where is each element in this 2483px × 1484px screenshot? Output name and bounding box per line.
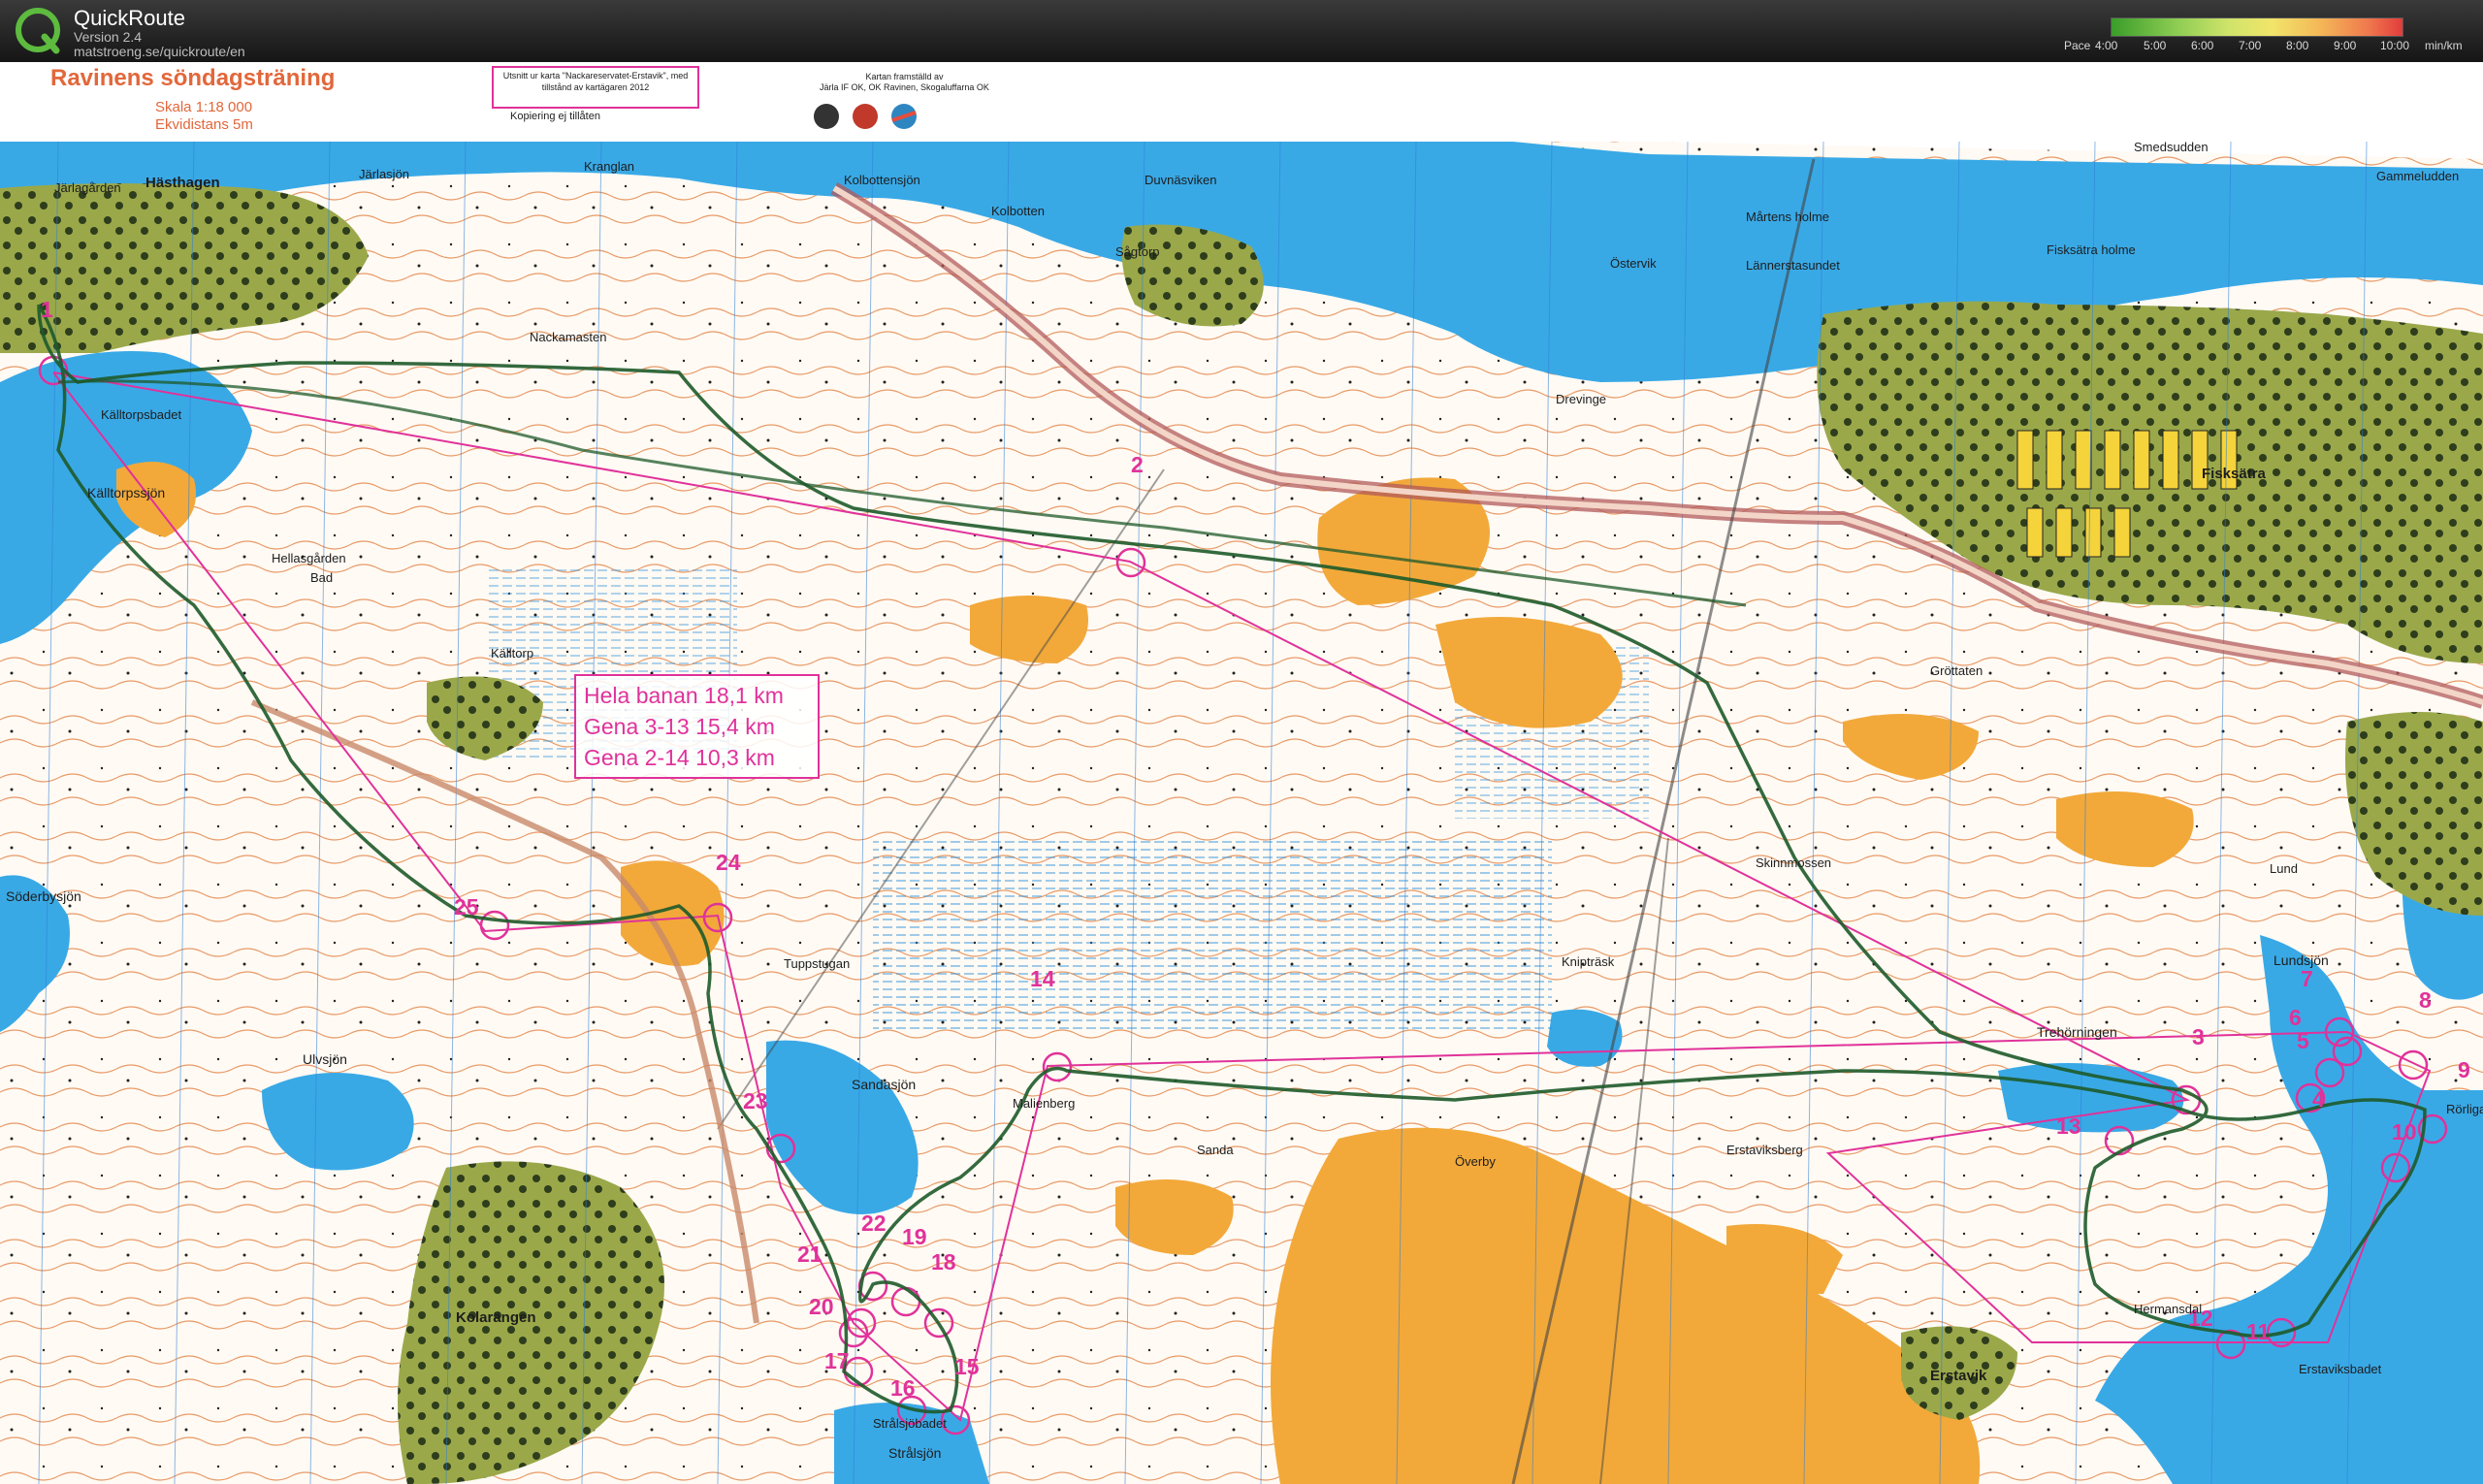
place-name: Gammeludden [2376, 169, 2460, 183]
place-name: Kolbotten [991, 204, 1045, 218]
copy-note: Kopiering ej tillåten [510, 111, 600, 122]
place-name: Drevinge [1556, 392, 1607, 406]
app-name: QuickRoute [74, 6, 185, 30]
distance-short-2-14: Gena 2-14 10,3 km [584, 745, 775, 770]
place-name: Källtorpssjön [87, 485, 166, 500]
place-name: Hellasgården [272, 551, 346, 565]
control-number: 20 [809, 1294, 834, 1319]
place-name: Strålsjön [888, 1445, 942, 1461]
place-name: Bad [310, 570, 334, 585]
place-name: Överby [1455, 1154, 1496, 1169]
control-number: 5 [2297, 1028, 2309, 1053]
place-name: Östervik [1610, 256, 1657, 271]
control-number: 10 [2392, 1119, 2417, 1145]
pace-unit: min/km [2425, 39, 2463, 52]
pace-tick: 10:00 [2380, 39, 2410, 52]
place-name: Skinnmossen [1756, 855, 1832, 870]
pace-tick: 5:00 [2144, 39, 2167, 52]
place-name: Duvnäsviken [1145, 173, 1217, 187]
map-graphics [0, 62, 2483, 1484]
place-name: Malienberg [1013, 1096, 1076, 1111]
app-titlebar: QuickRoute Version 2.4 matstroeng.se/qui… [0, 0, 2483, 62]
control-number: 24 [716, 850, 741, 875]
map-title: Ravinens söndagsträning [50, 65, 336, 91]
control-number: 9 [2458, 1057, 2470, 1082]
control-number: 7 [2301, 966, 2313, 991]
place-name: Tuppstugan [784, 956, 851, 971]
pace-tick: 9:00 [2334, 39, 2357, 52]
place-name: Trehörningen [2037, 1024, 2117, 1040]
place-name: Smedsudden [2134, 140, 2209, 154]
place-name: Fisksätra holme [2047, 242, 2136, 257]
place-name: Nackamasten [530, 330, 607, 344]
pace-tick: 4:00 [2095, 39, 2118, 52]
place-name: Erstaviksberg [1726, 1143, 1803, 1157]
map-scale: Skala 1:18 000 [155, 99, 253, 115]
pace-tick: 8:00 [2286, 39, 2309, 52]
control-number: 1 [41, 297, 53, 322]
place-name: Sandasjön [852, 1077, 917, 1092]
distance-full: Hela banan 18,1 km [584, 683, 784, 708]
control-number: 23 [743, 1088, 768, 1113]
distance-short-3-13: Gena 3-13 15,4 km [584, 714, 775, 739]
place-name: Järlasjön [359, 167, 410, 181]
place-name: Lundsjön [2273, 952, 2329, 968]
control-number: 25 [454, 894, 479, 919]
place-name: Erstavik [1930, 1368, 1987, 1384]
place-name: Söderbysjön [6, 888, 81, 904]
place-name: Källtorp [491, 646, 534, 661]
place-name: Erstaviksbadet [2299, 1362, 2382, 1376]
control-number: 11 [2246, 1319, 2271, 1344]
orienteering-map[interactable] [0, 62, 2483, 1484]
control-number: 8 [2419, 987, 2432, 1013]
place-name: Järlagården [54, 180, 121, 195]
control-number: 6 [2289, 1005, 2302, 1030]
control-number: 2 [1131, 452, 1144, 477]
place-name: Kolbottensjön [844, 173, 920, 187]
place-name: Fisksätra [2202, 466, 2266, 482]
control-number: 19 [902, 1224, 927, 1249]
control-number: 15 [954, 1354, 980, 1379]
place-name: Kranglan [584, 159, 635, 174]
place-name: Sanda [1197, 1143, 1234, 1157]
quickroute-logo-icon [16, 8, 60, 54]
control-number: 13 [2056, 1113, 2081, 1139]
pace-color-scale [2111, 17, 2403, 37]
pace-tick: 7:00 [2239, 39, 2262, 52]
place-name: Hästhagen [145, 175, 220, 191]
place-name: Hermansdal [2134, 1302, 2203, 1316]
control-number: 22 [861, 1210, 887, 1236]
control-number: 17 [824, 1348, 850, 1373]
place-name: Källtorpsbadet [101, 407, 182, 422]
place-name: Lund [2270, 861, 2298, 876]
course-distance-box: Hela banan 18,1 km Gena 3-13 15,4 km Gen… [574, 674, 820, 779]
place-name: Rörliga ser [2446, 1102, 2483, 1116]
place-name: Sågtorp [1115, 244, 1160, 259]
place-name: Strålsjöbadet [873, 1416, 947, 1431]
pace-tick: 6:00 [2191, 39, 2214, 52]
place-name: Lännerstasundet [1746, 258, 1840, 273]
place-name: Gröttaten [1930, 663, 1983, 678]
place-name: Ulvsjön [303, 1051, 347, 1067]
pace-label: Pace [2064, 39, 2091, 52]
control-number: 3 [2192, 1024, 2205, 1049]
map-credits: Kartan framställd av Järla IF OK, OK Rav… [820, 72, 989, 92]
control-number: 18 [931, 1249, 956, 1274]
control-number: 21 [797, 1242, 822, 1267]
place-name: Knipträsk [1562, 954, 1615, 969]
control-number: 16 [890, 1375, 916, 1401]
map-contour-interval: Ekvidistans 5m [155, 116, 253, 133]
place-name: Mårtens holme [1746, 210, 1829, 224]
control-number: 14 [1030, 966, 1055, 991]
club-logos [814, 104, 917, 129]
permission-note: Utsnitt ur karta "Nackareservatet-Erstav… [492, 66, 699, 109]
control-number: 4 [2312, 1086, 2325, 1112]
app-version: Version 2.4 [74, 29, 143, 45]
place-name: Kolarängen [456, 1309, 536, 1326]
app-url: matstroeng.se/quickroute/en [74, 44, 245, 59]
